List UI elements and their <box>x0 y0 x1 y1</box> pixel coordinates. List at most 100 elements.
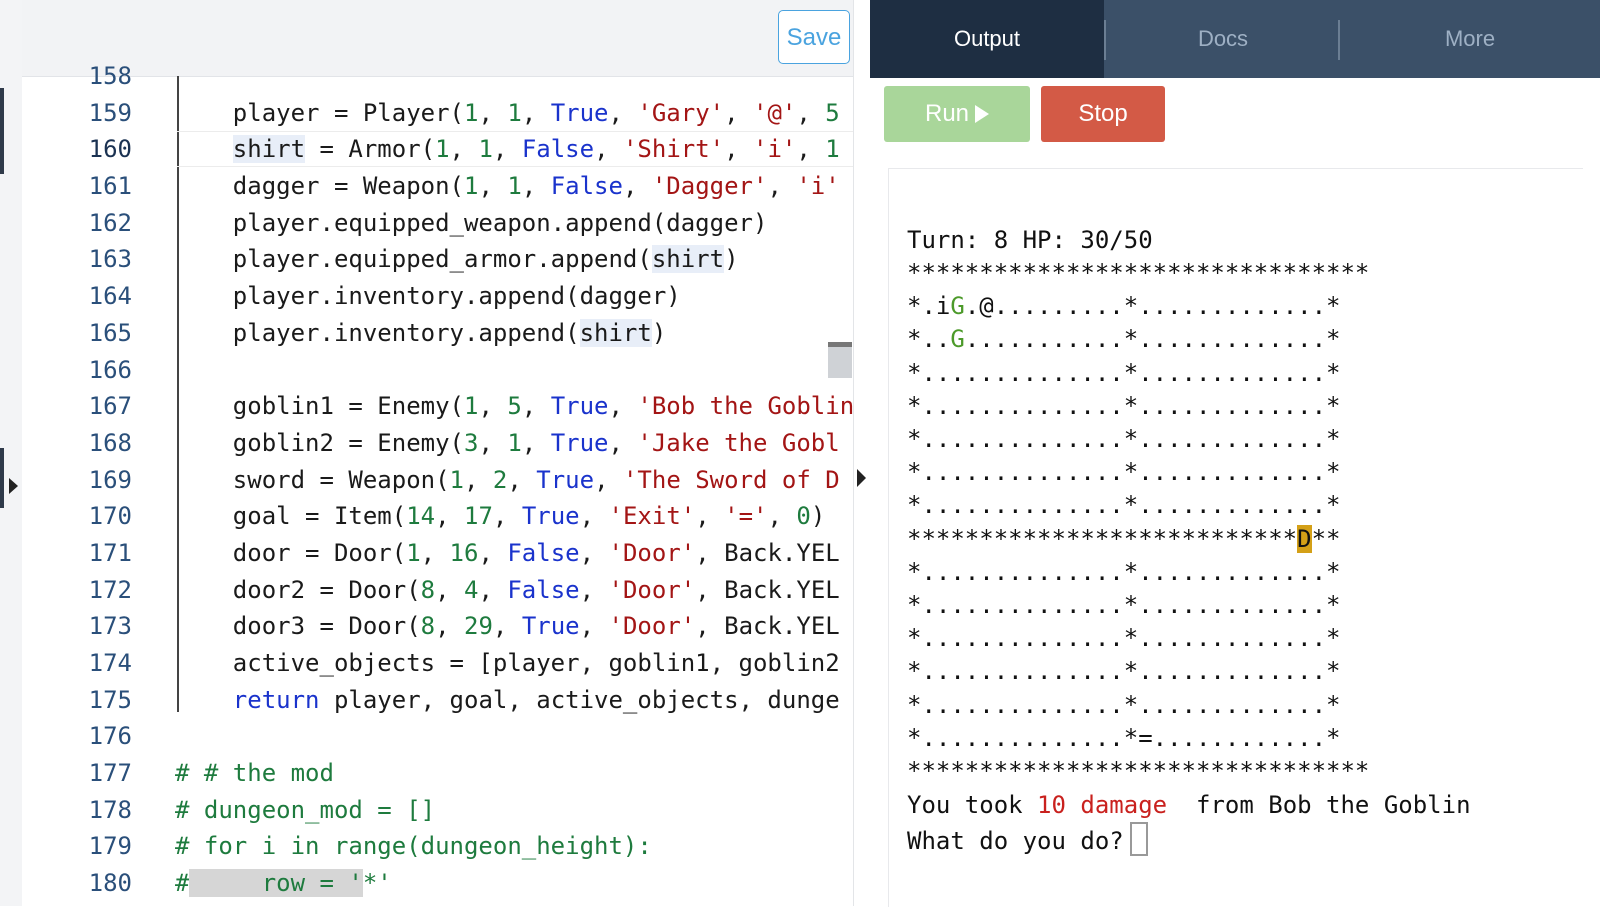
prompt-text: What do you do? <box>907 827 1124 855</box>
line-number: 169 <box>88 465 132 494</box>
code-text: player.inventory.append(shirt) <box>175 318 667 347</box>
line-number: 174 <box>88 649 132 677</box>
line-number: 162 <box>88 208 132 237</box>
code-line[interactable]: 165 player.inventory.append(shirt) <box>22 315 858 352</box>
code-text: player.inventory.append(dagger) <box>175 282 681 311</box>
console-output[interactable]: Turn: 8 HP: 30/50 **********************… <box>888 168 1583 907</box>
strip-marker <box>0 88 4 174</box>
code-text: return player, goal, active_objects, dun… <box>232 685 840 714</box>
map-row: *..............*=............* <box>907 723 1341 752</box>
run-button-label: Run <box>924 100 970 127</box>
code-line[interactable]: 159 player = Player(1, 1, True, 'Gary', … <box>22 95 858 132</box>
code-line[interactable]: 176 <box>22 718 858 755</box>
code-text: door = Door(1, 16, False, 'Door', Back.Y… <box>175 538 840 567</box>
code-line[interactable]: 177 # # the mod <box>22 755 858 792</box>
code-lines[interactable]: 158 159 player = Player(1, 1, True, 'Gary… <box>22 58 858 902</box>
code-line[interactable]: 173 door3 = Door(8, 29, True, 'Door', Ba… <box>22 608 858 645</box>
code-line[interactable]: 163 player.equipped_armor.append(shirt) <box>22 241 858 278</box>
code-text: player.equipped_weapon.append(dagger) <box>175 208 768 237</box>
expand-left-arrow-icon[interactable] <box>9 478 18 494</box>
panel-tabs: Output Docs More <box>870 0 1600 78</box>
code-text: door2 = Door(8, 4, False, 'Door', Back.Y… <box>175 575 840 604</box>
code-line[interactable]: 161 dagger = Weapon(1, 1, False, 'Dagger… <box>22 168 858 205</box>
line-number: 179 <box>88 832 132 861</box>
message-suffix: from Bob the Goblin <box>1167 791 1471 819</box>
code-text: door3 = Door(8, 29, True, 'Door', Back.Y… <box>175 612 840 641</box>
code-text: active_objects = [player, goblin1, gobli… <box>175 649 840 677</box>
panel-divider[interactable] <box>853 0 870 906</box>
save-button[interactable]: Save <box>778 10 850 64</box>
line-number: 167 <box>88 392 132 421</box>
play-icon <box>975 105 990 123</box>
map-row: *..............*.............* <box>907 557 1341 586</box>
code-text: player.equipped_armor.append(shirt) <box>175 245 739 274</box>
code-line[interactable]: 180 # row = '*' <box>22 865 858 902</box>
code-line[interactable]: 158 <box>22 58 858 95</box>
code-line[interactable]: 168 goblin2 = Enemy(3, 1, True, 'Jake th… <box>22 425 858 462</box>
line-number: 173 <box>88 612 132 641</box>
code-line[interactable]: 178 # dungeon_mod = [] <box>22 792 858 829</box>
line-number: 178 <box>88 795 132 824</box>
line-number: 180 <box>88 869 132 898</box>
status-line: Turn: 8 HP: 30/50 <box>907 226 1153 254</box>
code-text: goblin1 = Enemy(1, 5, True, 'Bob the Gob… <box>175 392 855 421</box>
line-number: 159 <box>88 98 132 127</box>
stop-button[interactable]: Stop <box>1041 86 1165 142</box>
code-line[interactable]: 160 shirt = Armor(1, 1, False, 'Shirt', … <box>22 131 858 168</box>
message-prefix: You took <box>907 791 1038 819</box>
code-text: player = Player(1, 1, True, 'Gary', '@',… <box>175 98 840 127</box>
scroll-marker[interactable] <box>828 342 852 378</box>
line-number: 175 <box>88 685 132 714</box>
code-line[interactable]: 174 active_objects = [player, goblin1, g… <box>22 645 858 682</box>
code-line[interactable]: 179 # for i in range(dungeon_height): <box>22 828 858 865</box>
map-row: *..............*.............* <box>907 458 1341 487</box>
code-text: goblin2 = Enemy(3, 1, True, 'Jake the Go… <box>175 428 840 457</box>
code-line[interactable]: 170 goal = Item(14, 17, True, 'Exit', '=… <box>22 498 858 535</box>
code-line[interactable]: 164 player.inventory.append(dagger) <box>22 278 858 315</box>
tab-output[interactable]: Output <box>870 0 1104 78</box>
map-row: *.iG.@.........*.............* <box>907 292 1341 321</box>
line-number: 164 <box>88 282 132 311</box>
code-line[interactable]: 166 <box>22 352 858 389</box>
text-cursor[interactable] <box>1129 822 1148 856</box>
code-text: # row = '*' <box>175 869 392 898</box>
map-row: ******************************** <box>907 757 1370 785</box>
code-text: shirt = Armor(1, 1, False, 'Shirt', 'i',… <box>232 135 840 164</box>
line-number: 161 <box>88 172 132 201</box>
map-row: *..............*.............* <box>907 425 1341 453</box>
tab-docs[interactable]: Docs <box>1106 0 1340 78</box>
line-number: 172 <box>88 575 132 604</box>
line-number: 168 <box>88 428 132 457</box>
map-row: ***************************D** <box>907 524 1341 553</box>
expand-right-arrow-icon[interactable] <box>857 469 866 487</box>
code-editor[interactable]: Save 158 159 player = Player(1, 1, True, … <box>22 0 870 906</box>
map-row: *..............*.............* <box>907 657 1341 686</box>
damage-amount: 10 damage <box>1037 791 1168 819</box>
scroll-marker-top <box>828 342 852 347</box>
code-text: # dungeon_mod = [] <box>175 795 436 824</box>
code-line[interactable]: 172 door2 = Door(8, 4, False, 'Door', Ba… <box>22 572 858 609</box>
strip-marker <box>0 448 4 508</box>
line-number: 170 <box>88 502 132 531</box>
code-text: dagger = Weapon(1, 1, False, 'Dagger', '… <box>175 172 840 201</box>
map-row: *..............*.............* <box>907 391 1341 420</box>
tab-more[interactable]: More <box>1340 0 1600 78</box>
map-row: *..G...........*.............* <box>907 325 1341 354</box>
map-row: *..............*.............* <box>907 358 1341 387</box>
line-number: 177 <box>88 759 132 788</box>
line-number: 163 <box>88 245 132 274</box>
input-prompt-line[interactable]: What do you do? <box>907 822 1148 856</box>
code-text: goal = Item(14, 17, True, 'Exit', '=', 0… <box>175 502 826 531</box>
code-line[interactable]: 162 player.equipped_weapon.append(dagger… <box>22 205 858 242</box>
code-text: # # the mod <box>175 759 334 788</box>
line-number: 165 <box>88 318 132 347</box>
map-row: *..............*.............* <box>907 624 1341 653</box>
run-button[interactable]: Run <box>884 86 1030 142</box>
code-line[interactable]: 169 sword = Weapon(1, 2, True, 'The Swor… <box>22 462 858 499</box>
code-line[interactable]: 175 return player, goal, active_objects,… <box>22 682 858 719</box>
left-collapse-strip <box>0 0 23 906</box>
code-line[interactable]: 171 door = Door(1, 16, False, 'Door', Ba… <box>22 535 858 572</box>
line-number: 160 <box>88 135 132 164</box>
line-number: 158 <box>88 62 132 90</box>
code-line[interactable]: 167 goblin1 = Enemy(1, 5, True, 'Bob the… <box>22 388 858 425</box>
